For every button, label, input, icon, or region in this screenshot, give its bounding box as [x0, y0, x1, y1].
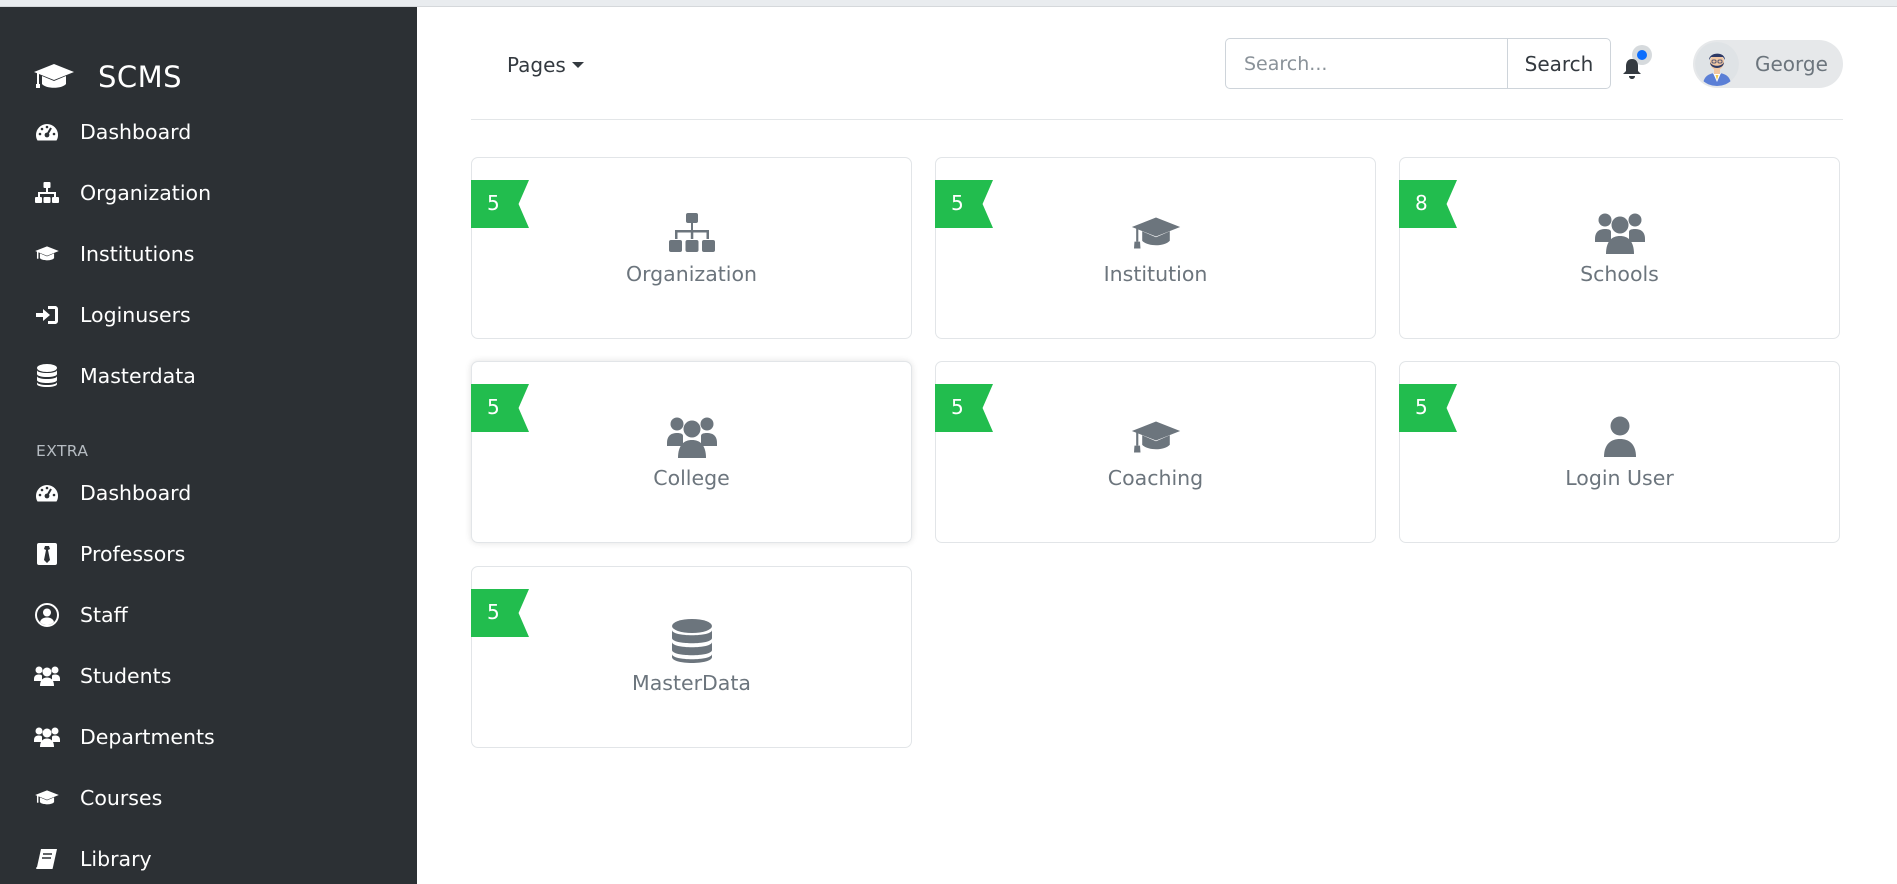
- sidebar-item-label: Institutions: [80, 242, 195, 266]
- sidebar-item-dashboard-extra[interactable]: Dashboard: [34, 473, 394, 513]
- user-icon: [1595, 414, 1645, 460]
- sidebar-item-departments[interactable]: Departments: [34, 717, 394, 757]
- card-label: College: [653, 466, 730, 490]
- browser-top-edge: [0, 0, 1897, 7]
- sidebar-item-masterdata[interactable]: Masterdata: [34, 356, 394, 396]
- caret-down-icon: [571, 62, 584, 68]
- count-ribbon: 8: [1399, 180, 1457, 228]
- main-content: Pages Search George: [417, 7, 1897, 884]
- card-college[interactable]: 5 College: [471, 361, 912, 543]
- id-badge-icon: [34, 542, 60, 566]
- sidebar-item-label: Staff: [80, 603, 128, 627]
- card-label: Schools: [1580, 262, 1659, 286]
- sidebar-item-organization[interactable]: Organization: [34, 173, 394, 213]
- card-masterdata[interactable]: 5 MasterData: [471, 566, 912, 748]
- card-institution[interactable]: 5 Institution: [935, 157, 1376, 339]
- sidebar-item-label: Organization: [80, 181, 212, 205]
- database-icon: [34, 364, 60, 388]
- sitemap-icon: [667, 210, 717, 256]
- sidebar-item-label: Departments: [80, 725, 215, 749]
- sidebar-item-loginusers[interactable]: Loginusers: [34, 295, 394, 335]
- card-organization[interactable]: 5 Organization: [471, 157, 912, 339]
- card-coaching[interactable]: 5 Coaching: [935, 361, 1376, 543]
- card-count: 5: [951, 191, 964, 215]
- users-icon: [666, 414, 717, 460]
- card-login-user[interactable]: 5 Login User: [1399, 361, 1840, 543]
- count-ribbon: 5: [471, 180, 529, 228]
- notification-button[interactable]: [1622, 45, 1652, 85]
- count-ribbon: 5: [471, 384, 529, 432]
- card-label: Institution: [1103, 262, 1208, 286]
- sidebar-item-courses[interactable]: Courses: [34, 778, 394, 818]
- avatar: [1695, 42, 1739, 86]
- pages-dropdown[interactable]: Pages: [507, 47, 584, 83]
- card-count: 5: [487, 395, 500, 419]
- user-menu[interactable]: George: [1693, 40, 1843, 88]
- graduation-cap-icon: [34, 242, 60, 266]
- card-count: 5: [487, 191, 500, 215]
- count-ribbon: 5: [471, 589, 529, 637]
- search-group: Search: [1225, 38, 1611, 89]
- card-count: 5: [1415, 395, 1428, 419]
- graduation-cap-icon: [1131, 210, 1181, 256]
- count-ribbon: 5: [935, 180, 993, 228]
- sidebar-item-institutions[interactable]: Institutions: [34, 234, 394, 274]
- sidebar-item-label: Professors: [80, 542, 186, 566]
- tachometer-icon: [34, 481, 60, 505]
- sidebar-item-label: Courses: [80, 786, 163, 810]
- sidebar-item-dashboard[interactable]: Dashboard: [34, 112, 394, 152]
- card-count: 5: [951, 395, 964, 419]
- graduation-cap-icon: [34, 64, 74, 88]
- brand[interactable]: SCMS: [32, 55, 182, 99]
- card-count: 8: [1415, 191, 1428, 215]
- sidebar-item-students[interactable]: Students: [34, 656, 394, 696]
- sidebar-item-label: Loginusers: [80, 303, 191, 327]
- graduation-cap-icon: [1131, 414, 1181, 460]
- pages-dropdown-label: Pages: [507, 53, 566, 77]
- card-count: 5: [487, 600, 500, 624]
- count-ribbon: 5: [1399, 384, 1457, 432]
- sidebar-item-library[interactable]: Library: [34, 839, 394, 879]
- sidebar-item-label: Dashboard: [80, 481, 192, 505]
- users-icon: [34, 664, 60, 688]
- sidebar: SCMS Dashboard Organization Institutions…: [0, 7, 417, 884]
- header-divider: [471, 119, 1843, 120]
- graduation-cap-icon: [34, 786, 60, 810]
- book-icon: [34, 847, 60, 871]
- database-icon: [667, 619, 717, 665]
- sidebar-section-heading: EXTRA: [36, 442, 89, 460]
- count-ribbon: 5: [935, 384, 993, 432]
- card-schools[interactable]: 8 Schools: [1399, 157, 1840, 339]
- sidebar-item-label: Students: [80, 664, 172, 688]
- users-icon: [34, 725, 60, 749]
- card-label: Organization: [625, 262, 758, 286]
- search-button[interactable]: Search: [1507, 38, 1611, 89]
- user-name: George: [1755, 52, 1828, 76]
- tachometer-icon: [34, 120, 60, 144]
- bell-icon: [1623, 59, 1641, 79]
- users-icon: [1594, 210, 1645, 256]
- sidebar-item-staff[interactable]: Staff: [34, 595, 394, 635]
- sidebar-item-professors[interactable]: Professors: [34, 534, 394, 574]
- user-circle-icon: [34, 603, 60, 627]
- sign-in-icon: [34, 303, 60, 327]
- sitemap-icon: [34, 181, 60, 205]
- sidebar-item-label: Masterdata: [80, 364, 196, 388]
- card-label: Login User: [1565, 466, 1674, 490]
- sidebar-item-label: Library: [80, 847, 152, 871]
- search-input[interactable]: [1225, 38, 1507, 89]
- card-label: Coaching: [1107, 466, 1204, 490]
- card-label: MasterData: [632, 671, 751, 695]
- brand-name: SCMS: [98, 60, 183, 94]
- sidebar-item-label: Dashboard: [80, 120, 192, 144]
